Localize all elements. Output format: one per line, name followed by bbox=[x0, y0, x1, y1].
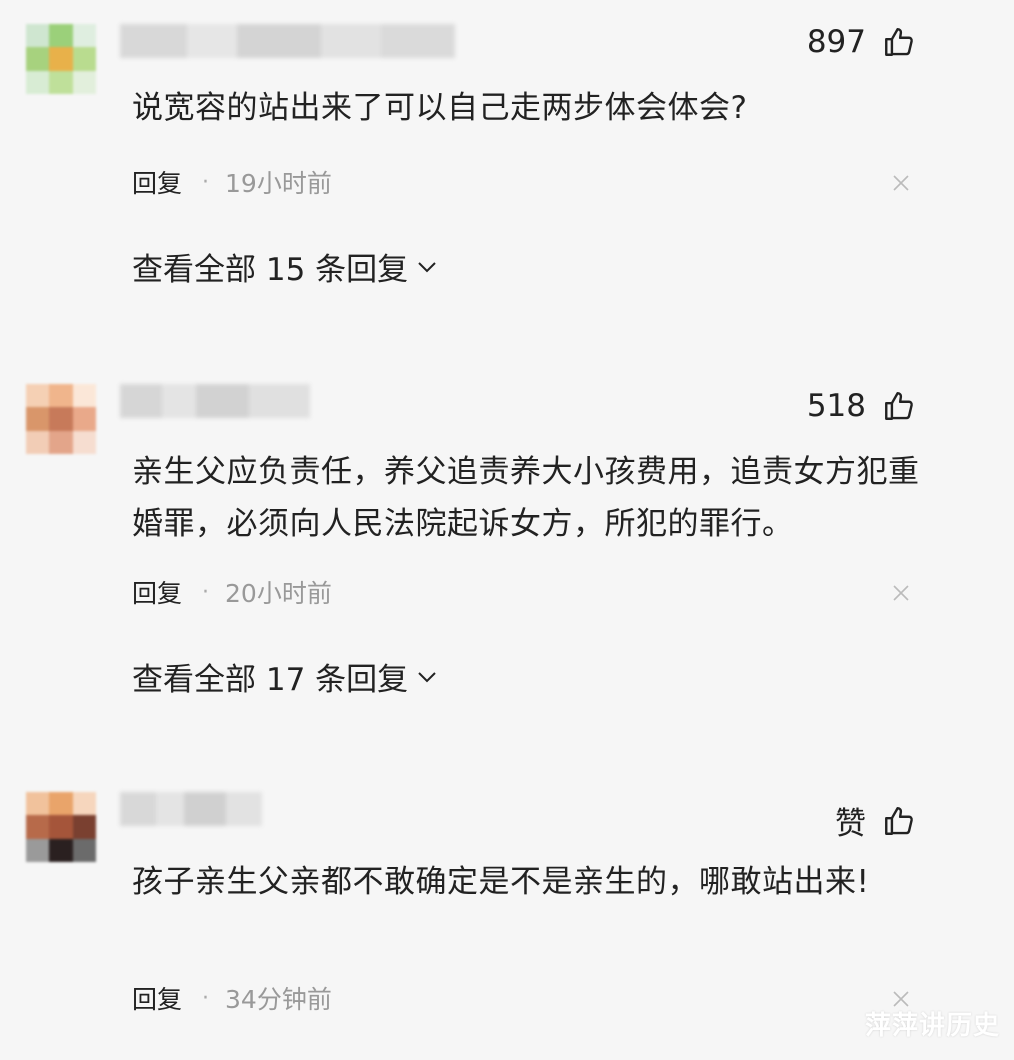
avatar-pixel bbox=[26, 838, 50, 862]
avatar-pixel bbox=[72, 47, 96, 71]
avatar-pixel bbox=[49, 815, 73, 839]
comment-meta: 回复 · 19小时前 bbox=[132, 164, 332, 200]
like-label: 赞 bbox=[835, 806, 866, 842]
comment-text: 说宽容的站出来了可以自己走两步体会体会? bbox=[132, 90, 748, 126]
avatar-pixel bbox=[72, 838, 96, 862]
close-icon[interactable] bbox=[892, 584, 910, 602]
separator-dot: · bbox=[202, 985, 210, 1011]
timestamp: 34分钟前 bbox=[225, 985, 332, 1014]
avatar-pixel bbox=[49, 838, 73, 862]
avatar[interactable] bbox=[26, 384, 96, 454]
reply-button[interactable]: 回复 bbox=[132, 980, 182, 1016]
avatar-pixel bbox=[72, 70, 96, 94]
avatar-pixel bbox=[26, 24, 50, 48]
avatar-pixel bbox=[72, 430, 96, 454]
comment-meta: 回复 · 20小时前 bbox=[132, 574, 332, 610]
avatar-pixel bbox=[72, 792, 96, 816]
view-all-replies-button[interactable]: 查看全部 15 条回复 bbox=[132, 244, 438, 289]
thumbs-up-icon[interactable] bbox=[882, 389, 916, 423]
avatar-pixel bbox=[49, 407, 73, 431]
watermark: 萍萍讲历史 bbox=[864, 1011, 1000, 1041]
avatar-pixel bbox=[49, 430, 73, 454]
chevron-down-icon bbox=[418, 261, 436, 272]
avatar-pixel bbox=[49, 384, 73, 408]
avatar-pixel bbox=[49, 70, 73, 94]
avatar-pixel bbox=[26, 430, 50, 454]
username-blurred[interactable] bbox=[120, 384, 310, 418]
avatar-pixel bbox=[72, 384, 96, 408]
timestamp: 20小时前 bbox=[225, 579, 332, 608]
avatar-pixel bbox=[49, 24, 73, 48]
avatar-pixel bbox=[26, 815, 50, 839]
reply-button[interactable]: 回复 bbox=[132, 164, 182, 200]
avatar-pixel bbox=[72, 24, 96, 48]
view-all-replies-button[interactable]: 查看全部 17 条回复 bbox=[132, 654, 438, 699]
like-count: 897 bbox=[806, 24, 866, 60]
avatar-pixel bbox=[49, 47, 73, 71]
avatar-pixel bbox=[26, 384, 50, 408]
avatar-pixel bbox=[26, 47, 50, 71]
username-blurred[interactable] bbox=[120, 792, 262, 826]
chevron-down-icon bbox=[418, 671, 436, 682]
thumbs-up-icon[interactable] bbox=[882, 804, 916, 838]
avatar-pixel bbox=[49, 792, 73, 816]
view-all-label: 查看全部 17 条回复 bbox=[132, 662, 409, 698]
avatar[interactable] bbox=[26, 792, 96, 862]
separator-dot: · bbox=[202, 579, 210, 605]
avatar-pixel bbox=[26, 792, 50, 816]
avatar-pixel bbox=[72, 815, 96, 839]
like-count: 518 bbox=[806, 388, 866, 424]
username-blurred[interactable] bbox=[120, 24, 455, 58]
timestamp: 19小时前 bbox=[225, 169, 332, 198]
avatar-pixel bbox=[26, 407, 50, 431]
like-area[interactable]: 赞 bbox=[835, 798, 916, 843]
close-icon[interactable] bbox=[892, 174, 910, 192]
avatar-pixel bbox=[26, 70, 50, 94]
like-area[interactable]: 518 bbox=[807, 388, 916, 424]
avatar[interactable] bbox=[26, 24, 96, 94]
reply-button[interactable]: 回复 bbox=[132, 574, 182, 610]
separator-dot: · bbox=[202, 169, 210, 195]
view-all-label: 查看全部 15 条回复 bbox=[132, 252, 409, 288]
comment-text: 孩子亲生父亲都不敢确定是不是亲生的，哪敢站出来! bbox=[132, 864, 870, 900]
comment-meta: 回复 · 34分钟前 bbox=[132, 980, 332, 1016]
thumbs-up-icon[interactable] bbox=[882, 25, 916, 59]
like-area[interactable]: 897 bbox=[807, 24, 916, 60]
comment-text: 亲生父应负责任，养父追责养大小孩费用，追责女方犯重婚罪，必须向人民法院起诉女方，… bbox=[132, 454, 920, 542]
avatar-pixel bbox=[72, 407, 96, 431]
